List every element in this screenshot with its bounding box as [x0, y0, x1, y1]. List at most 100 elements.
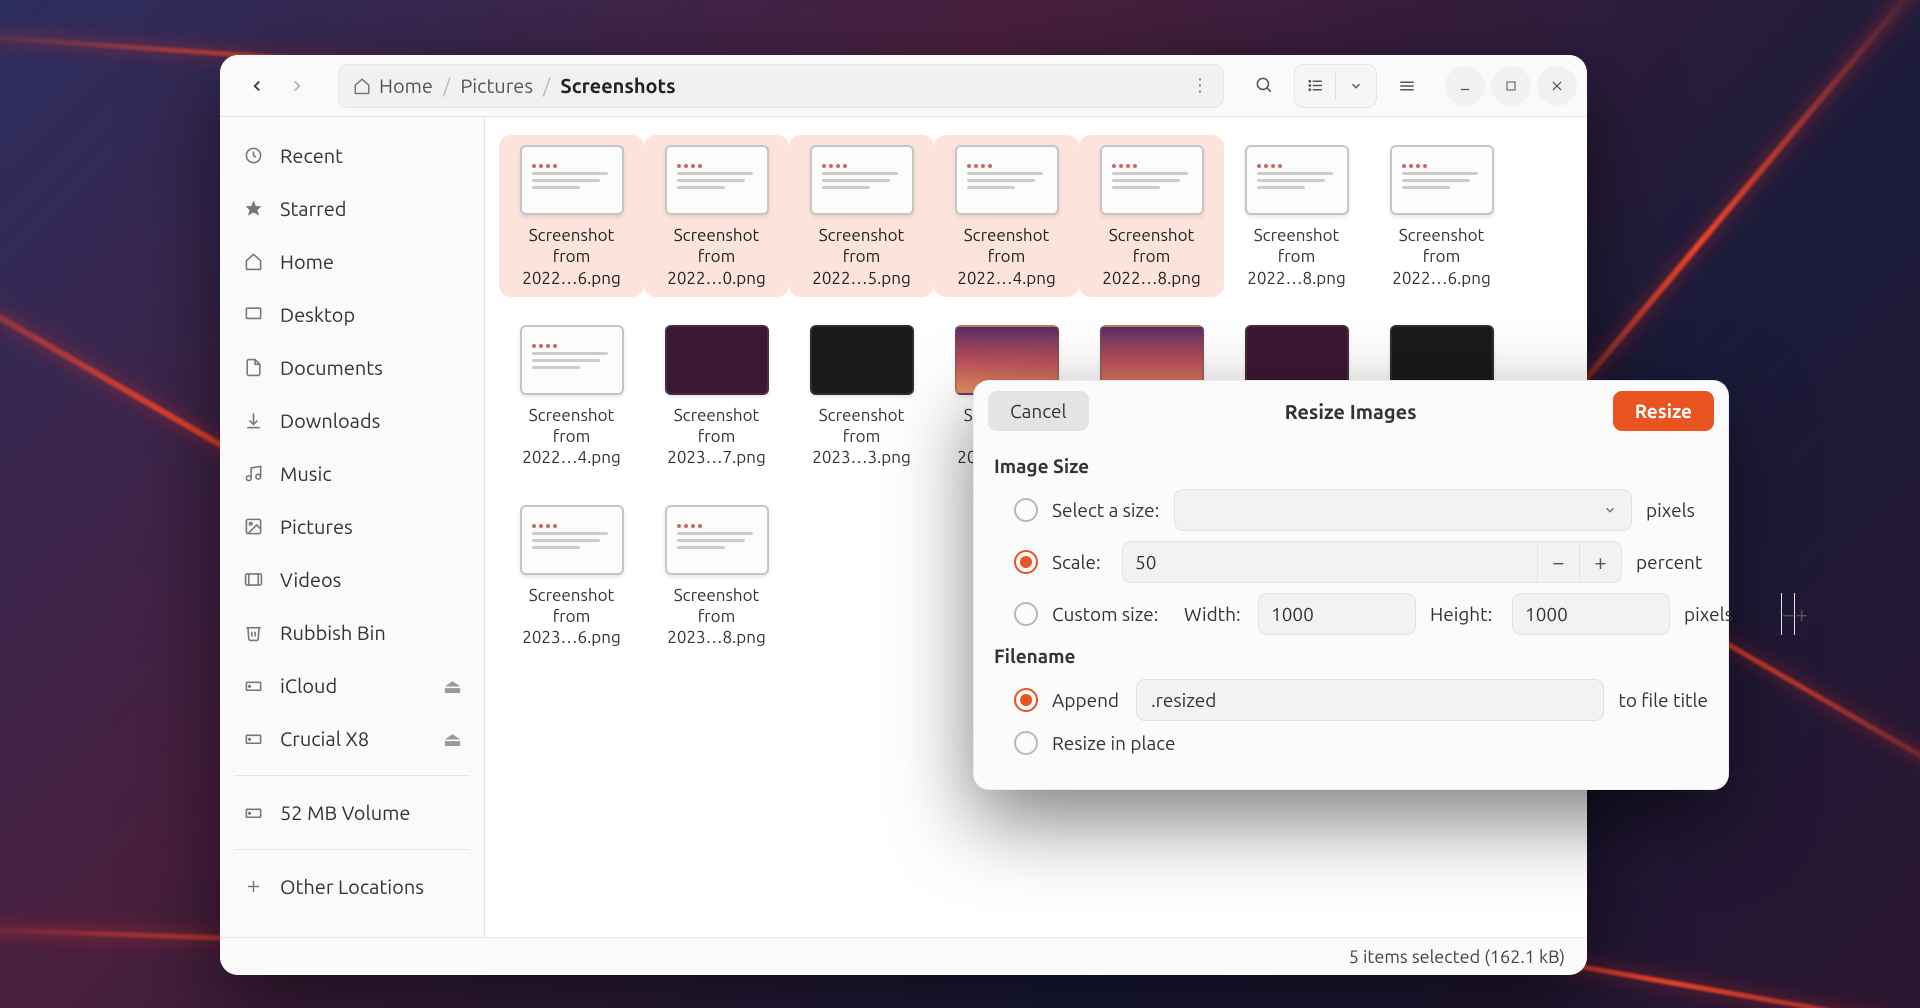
image-icon: [242, 517, 264, 536]
file-item[interactable]: Screenshotfrom2023…8.png: [644, 495, 789, 657]
clock-icon: [242, 146, 264, 165]
file-name: Screenshotfrom2022…5.png: [812, 225, 910, 289]
status-bar: 5 items selected (162.1 kB): [220, 937, 1587, 975]
forward-button[interactable]: [280, 69, 314, 103]
home-icon: [353, 77, 371, 95]
file-item[interactable]: Screenshotfrom2022…8.png: [1224, 135, 1369, 297]
height-decrement[interactable]: −: [1781, 593, 1794, 635]
dialog-title: Resize Images: [1101, 400, 1601, 423]
search-button[interactable]: [1242, 64, 1286, 108]
chevron-down-icon: [1603, 503, 1617, 517]
dialog-header: Cancel Resize Images Resize: [974, 381, 1728, 441]
file-name: Screenshotfrom2022…0.png: [667, 225, 765, 289]
sidebar: Recent Starred Home Desktop Documents Do…: [220, 117, 485, 937]
file-item[interactable]: Screenshotfrom2023…6.png: [499, 495, 644, 657]
minimize-icon: [1458, 79, 1472, 93]
file-item[interactable]: Screenshotfrom2022…8.png: [1079, 135, 1224, 297]
eject-icon[interactable]: ⏏: [443, 727, 462, 751]
file-name: Screenshotfrom2022…6.png: [1392, 225, 1490, 289]
sidebar-item-other[interactable]: Other Locations: [220, 860, 484, 913]
sidebar-item-music[interactable]: Music: [220, 447, 484, 500]
drive-icon: [242, 729, 264, 748]
row-select-size: Select a size: pixels: [1014, 489, 1708, 531]
file-name: Screenshotfrom2022…6.png: [522, 225, 620, 289]
file-thumbnail: [810, 145, 914, 215]
section-filename: Filename: [994, 645, 1708, 667]
file-thumbnail: [665, 505, 769, 575]
sidebar-item-pictures[interactable]: Pictures: [220, 500, 484, 553]
cancel-button[interactable]: Cancel: [988, 391, 1089, 431]
file-thumbnail: [665, 145, 769, 215]
file-name: Screenshotfrom2022…8.png: [1102, 225, 1200, 289]
file-item[interactable]: Screenshotfrom2022…0.png: [644, 135, 789, 297]
breadcrumb-label: Home: [379, 74, 433, 97]
file-item[interactable]: Screenshotfrom2023…3.png: [789, 315, 934, 477]
breadcrumb-pictures[interactable]: Pictures: [460, 74, 533, 97]
menu-icon: [1398, 77, 1416, 95]
section-image-size: Image Size: [994, 455, 1708, 477]
row-append: Append to file title: [1014, 679, 1708, 721]
sidebar-item-downloads[interactable]: Downloads: [220, 394, 484, 447]
file-item[interactable]: Screenshotfrom2022…6.png: [499, 135, 644, 297]
file-item[interactable]: Screenshotfrom2022…6.png: [1369, 135, 1514, 297]
back-button[interactable]: [240, 69, 274, 103]
list-icon: [1307, 77, 1324, 94]
close-button[interactable]: [1537, 66, 1577, 106]
radio-inplace[interactable]: [1014, 731, 1038, 755]
search-icon: [1255, 76, 1274, 95]
size-select[interactable]: [1174, 489, 1632, 531]
path-menu-button[interactable]: ⋮: [1191, 75, 1209, 96]
file-thumbnail: [955, 145, 1059, 215]
sidebar-item-volume[interactable]: 52 MB Volume: [220, 786, 484, 839]
hamburger-menu-button[interactable]: [1385, 64, 1429, 108]
sidebar-item-trash[interactable]: Rubbish Bin: [220, 606, 484, 659]
radio-select-size[interactable]: [1014, 498, 1038, 522]
append-input[interactable]: [1136, 679, 1604, 721]
maximize-button[interactable]: [1491, 66, 1531, 106]
row-inplace: Resize in place: [1014, 731, 1708, 755]
trash-icon: [242, 623, 264, 642]
file-item[interactable]: Screenshotfrom2023…7.png: [644, 315, 789, 477]
height-spinner: − +: [1512, 593, 1670, 635]
nav-arrows: [230, 69, 320, 103]
height-increment[interactable]: +: [1794, 593, 1807, 635]
plus-icon: [242, 878, 264, 895]
eject-icon[interactable]: ⏏: [443, 674, 462, 698]
sidebar-item-home[interactable]: Home: [220, 235, 484, 288]
file-item[interactable]: Screenshotfrom2022…5.png: [789, 135, 934, 297]
file-item[interactable]: Screenshotfrom2022…4.png: [499, 315, 644, 477]
breadcrumb-screenshots[interactable]: Screenshots: [560, 74, 675, 97]
minimize-button[interactable]: [1445, 66, 1485, 106]
resize-button[interactable]: Resize: [1613, 391, 1714, 431]
radio-scale[interactable]: [1014, 550, 1038, 574]
close-icon: [1550, 79, 1564, 93]
row-custom-size: Custom size: Width: − + Height: − + pixe…: [1014, 593, 1708, 635]
maximize-icon: [1505, 80, 1517, 92]
sidebar-item-videos[interactable]: Videos: [220, 553, 484, 606]
view-dropdown-button[interactable]: [1336, 65, 1376, 107]
sidebar-item-starred[interactable]: Starred: [220, 182, 484, 235]
list-view-button[interactable]: [1295, 65, 1335, 107]
star-icon: [242, 199, 264, 218]
path-bar[interactable]: Home / Pictures / Screenshots ⋮: [338, 64, 1224, 108]
sidebar-item-icloud[interactable]: iCloud⏏: [220, 659, 484, 712]
sidebar-item-documents[interactable]: Documents: [220, 341, 484, 394]
file-item[interactable]: Screenshotfrom2022…4.png: [934, 135, 1079, 297]
drive-icon: [242, 803, 264, 822]
breadcrumb-home[interactable]: Home: [353, 74, 433, 97]
file-name: Screenshotfrom2022…4.png: [522, 405, 620, 469]
sidebar-item-recent[interactable]: Recent: [220, 129, 484, 182]
file-name: Screenshotfrom2023…8.png: [667, 585, 765, 649]
scale-input[interactable]: [1123, 551, 1537, 573]
sidebar-item-crucial[interactable]: Crucial X8⏏: [220, 712, 484, 765]
titlebar: Home / Pictures / Screenshots ⋮: [220, 55, 1587, 117]
sidebar-item-desktop[interactable]: Desktop: [220, 288, 484, 341]
scale-decrement[interactable]: −: [1537, 541, 1579, 583]
file-name: Screenshotfrom2023…7.png: [667, 405, 765, 469]
radio-append[interactable]: [1014, 688, 1038, 712]
scale-increment[interactable]: +: [1579, 541, 1621, 583]
download-icon: [242, 411, 264, 430]
radio-custom-size[interactable]: [1014, 602, 1038, 626]
file-thumbnail: [1100, 145, 1204, 215]
file-name: Screenshotfrom2023…6.png: [522, 585, 620, 649]
